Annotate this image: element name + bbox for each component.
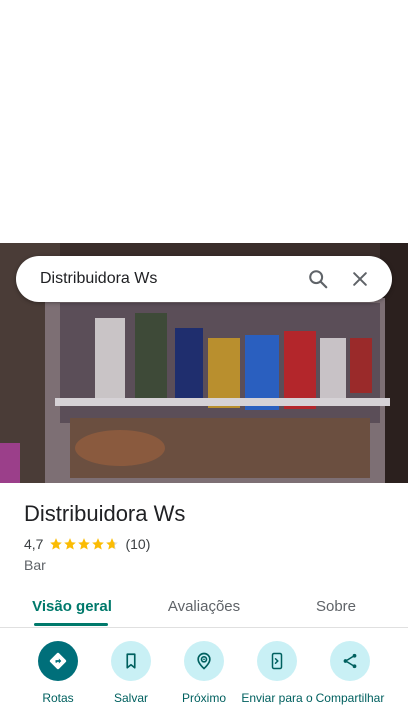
search-bar[interactable]: Distribuidora Ws [16, 256, 392, 302]
nearby-label: Próximo [181, 691, 226, 705]
place-category: Bar [24, 557, 46, 573]
search-button[interactable] [300, 261, 336, 297]
tab-overview[interactable]: Visão geral [20, 584, 124, 628]
star-icon [64, 538, 77, 550]
search-icon [309, 270, 328, 289]
send-to-phone-label: Enviar para o [241, 691, 313, 705]
half-star-icon [106, 538, 119, 550]
nearby-button[interactable]: Próximo [164, 641, 244, 705]
tab-bar: Visão geral Avaliações Sobre [0, 584, 408, 628]
send-to-phone-button[interactable]: Enviar para o [237, 641, 317, 705]
active-tab-indicator [34, 623, 108, 626]
map-blank-area [0, 0, 408, 243]
clear-search-button[interactable] [342, 261, 378, 297]
share-label: Compartilhar [315, 691, 385, 705]
tab-reviews[interactable]: Avaliações [150, 584, 258, 628]
directions-button[interactable]: Rotas [18, 641, 98, 705]
send-to-phone-icon [271, 652, 283, 670]
rating-row[interactable]: 4,7 (10) [24, 536, 150, 552]
share-button[interactable]: Compartilhar [310, 641, 390, 705]
save-button[interactable]: Salvar [91, 641, 171, 705]
directions-icon [49, 652, 67, 670]
directions-button-circle [38, 641, 78, 681]
tab-about[interactable]: Sobre [290, 584, 382, 628]
place-name: Distribuidora Ws [24, 501, 186, 526]
star-icon [78, 538, 91, 550]
send-to-phone-button-circle [257, 641, 297, 681]
save-label: Salvar [113, 691, 148, 705]
action-buttons: Rotas Salvar Próximo Enviar para o Compa… [0, 641, 408, 726]
share-icon [343, 653, 357, 669]
review-count: (10) [125, 536, 151, 552]
star-icon [92, 538, 105, 550]
nearby-button-circle [184, 641, 224, 681]
share-button-circle [330, 641, 370, 681]
close-icon [353, 272, 367, 286]
save-button-circle [111, 641, 151, 681]
nearby-icon [197, 652, 211, 670]
rating-value: 4,7 [24, 536, 44, 552]
bookmark-icon [126, 653, 136, 669]
directions-label: Rotas [42, 691, 74, 705]
search-input[interactable]: Distribuidora Ws [40, 270, 294, 288]
star-rating [49, 537, 119, 551]
star-icon [50, 538, 63, 550]
